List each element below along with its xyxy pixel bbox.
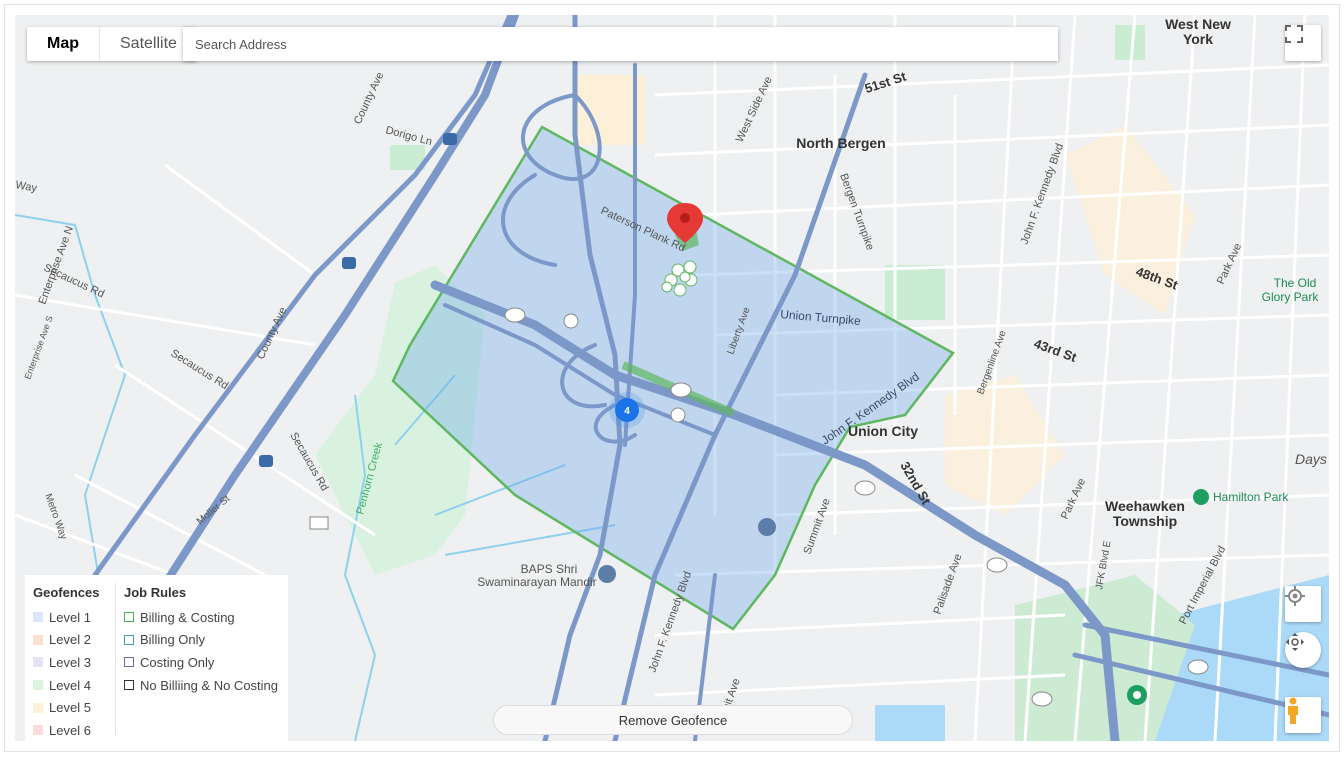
fullscreen-button[interactable] [1285, 25, 1321, 61]
map-panel: 4 West New York North Bergen Union City … [4, 4, 1340, 752]
crosshair-icon [1285, 586, 1305, 606]
search-address-input[interactable] [183, 27, 1058, 61]
recenter-button[interactable] [1285, 632, 1321, 668]
map-type-toggle: Map Satellite [27, 27, 197, 61]
cluster-count: 4 [624, 406, 630, 417]
costing-only-swatch [124, 657, 134, 668]
label-baps-2: Swaminarayan Mandir [477, 575, 596, 589]
pegman-icon [1288, 697, 1298, 724]
map-legend: Geofences Level 1 Level 2 Level 3 Level … [25, 575, 288, 741]
job-rules-title: Job Rules [124, 585, 187, 600]
label-weehawken: Weehawken [1105, 498, 1185, 514]
legend-no-billing-no-costing: No Billiing & No Costing [124, 674, 278, 697]
map-canvas[interactable]: 4 West New York North Bergen Union City … [15, 15, 1329, 741]
temple-icon [598, 565, 616, 583]
geofences-legend: Geofences Level 1 Level 2 Level 3 Level … [33, 581, 99, 741]
label-union-city: Union City [848, 423, 918, 439]
legend-level-3: Level 3 [33, 651, 99, 674]
park-pin-icon [1193, 489, 1209, 505]
label-weehawken-2: Township [1113, 513, 1177, 529]
legend-billing-costing: Billing & Costing [124, 606, 278, 629]
legend-level-6: Level 6 [33, 719, 99, 741]
label-west-new-york: West New [1165, 16, 1231, 32]
level-6-swatch [33, 725, 43, 736]
map-view-button[interactable]: Map [27, 27, 100, 61]
legend-costing-only: Costing Only [124, 651, 278, 674]
move-arrows-icon [1286, 633, 1304, 651]
label-glory-park: Glory Park [1262, 290, 1320, 304]
billing-costing-swatch [124, 612, 134, 623]
no-billing-swatch [124, 680, 134, 691]
pond [875, 705, 945, 741]
legend-level-4: Level 4 [33, 674, 99, 697]
billing-only-swatch [124, 634, 134, 645]
level-2-swatch [33, 634, 43, 645]
label-the-old: The Old [1274, 276, 1317, 290]
school-icon [758, 518, 776, 536]
street-view-button[interactable] [1285, 697, 1321, 733]
label-hamilton-park: Hamilton Park [1213, 490, 1289, 504]
geofences-title: Geofences [33, 585, 100, 600]
label-west-new-york-2: York [1183, 31, 1213, 47]
park-small [1115, 25, 1145, 60]
legend-level-2: Level 2 [33, 629, 99, 652]
label-baps: BAPS Shri [521, 562, 578, 576]
level-1-swatch [33, 612, 43, 623]
legend-level-5: Level 5 [33, 696, 99, 719]
legend-level-1: Level 1 [33, 606, 99, 629]
fullscreen-icon [1285, 25, 1303, 43]
level-4-swatch [33, 680, 43, 691]
my-location-button[interactable] [1285, 586, 1321, 622]
legend-divider [115, 583, 116, 735]
legend-billing-only: Billing Only [124, 629, 278, 652]
level-5-swatch [33, 702, 43, 713]
remove-geofence-button[interactable]: Remove Geofence [493, 705, 853, 735]
job-rules-legend: Job Rules Billing & Costing Billing Only… [124, 581, 278, 696]
label-north-bergen: North Bergen [796, 135, 885, 151]
label-days-p: Days P [1295, 451, 1329, 467]
level-3-swatch [33, 657, 43, 668]
poi-pin-icon[interactable] [1127, 685, 1147, 705]
